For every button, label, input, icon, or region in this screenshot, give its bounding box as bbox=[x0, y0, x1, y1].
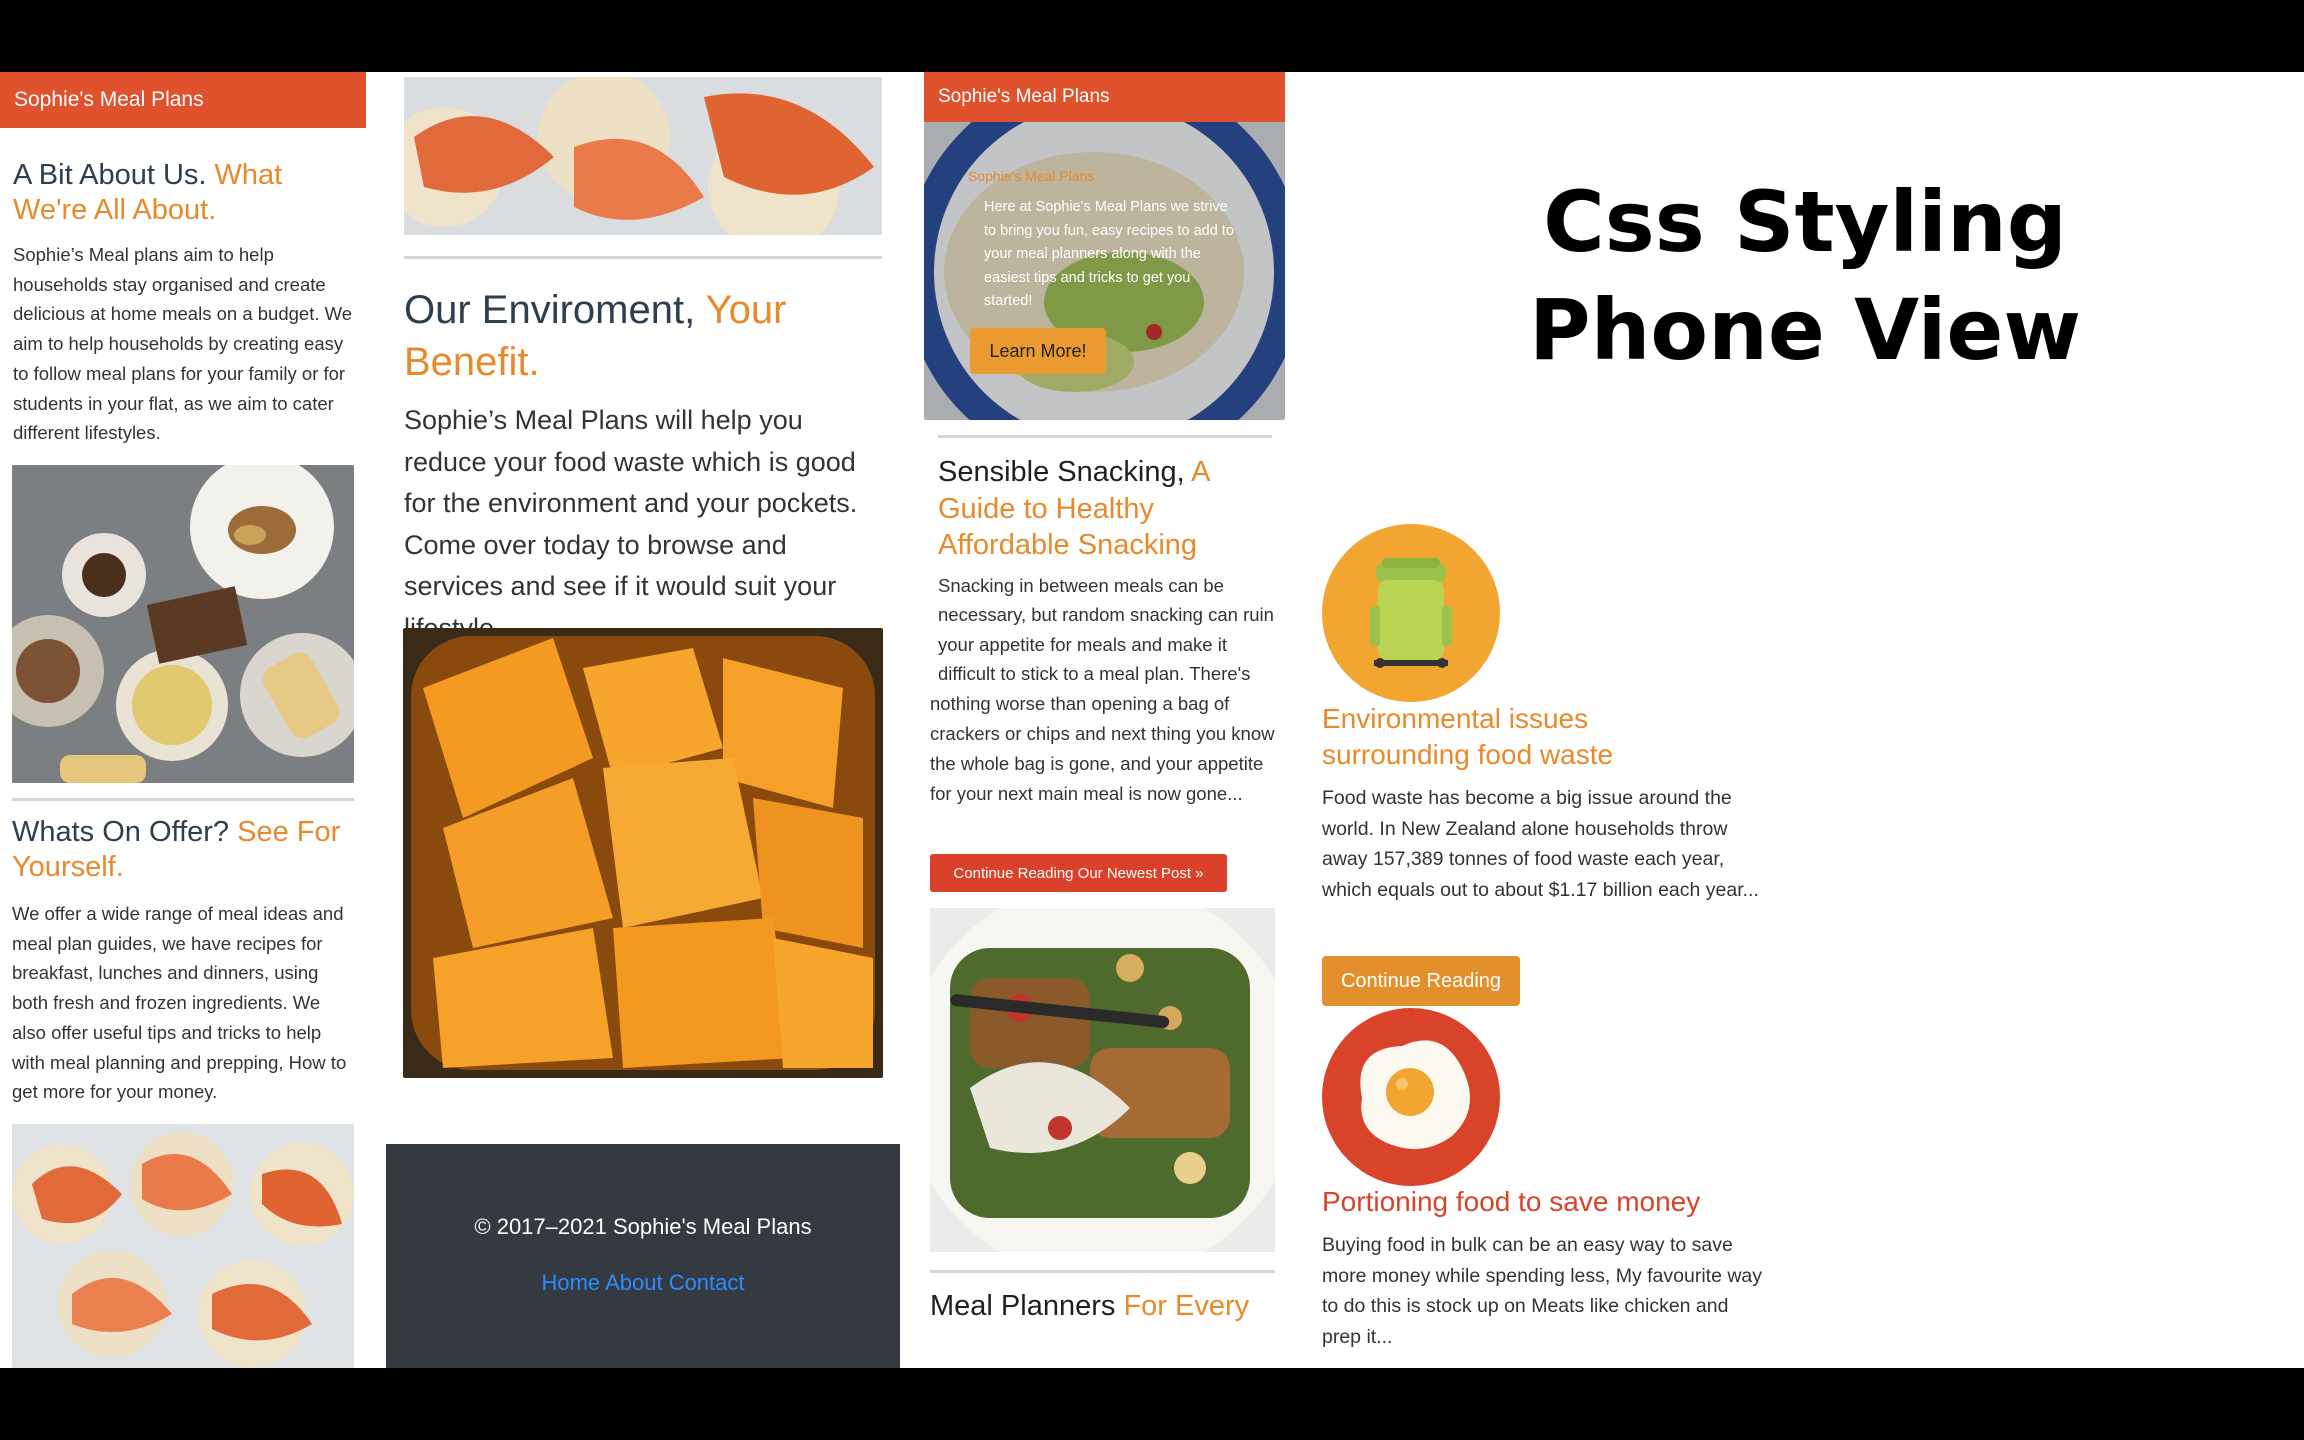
planners-heading-clip: Meal Planners For Every Diet, Every Day,… bbox=[930, 1288, 1275, 1328]
divider-panel2 bbox=[404, 256, 882, 259]
slide-heading-line2: Phone View bbox=[1529, 281, 2081, 379]
snacking-heading: Sensible Snacking, A Guide to Healthy Af… bbox=[938, 454, 1258, 564]
offer-heading: Whats On Offer? See For Yourself. bbox=[12, 815, 342, 886]
planners-heading: Meal Planners For Every Diet, Every Day,… bbox=[930, 1288, 1275, 1328]
environmental-issues-body: Food waste has become a big issue around… bbox=[1322, 787, 1759, 901]
environment-heading: Our Enviroment, Your Benefit. bbox=[404, 284, 874, 388]
footer-copyright: © 2017–2021 Sophie's Meal Plans bbox=[474, 1214, 812, 1239]
divider-panel3-a bbox=[938, 435, 1272, 438]
salmon-top-image bbox=[404, 77, 882, 235]
environment-title: Our Enviroment, bbox=[404, 288, 696, 332]
environment-body: Sophie’s Meal Plans will help you reduce… bbox=[404, 405, 858, 643]
footer-links: Home About Contact bbox=[386, 1270, 900, 1296]
slide-heading: Css Styling Phone View bbox=[1500, 168, 2110, 384]
snacking-body-b: nothing worse than opening a bag of crac… bbox=[930, 693, 1275, 804]
about-title: A Bit About Us. bbox=[13, 159, 207, 191]
salmon-crackers-image bbox=[12, 1124, 354, 1368]
portioning-title: Portioning food to save money bbox=[1322, 1186, 1701, 1217]
brunch-table-image bbox=[12, 465, 354, 783]
footer-link-home[interactable]: Home bbox=[541, 1270, 600, 1295]
footer: © 2017–2021 Sophie's Meal Plans Home Abo… bbox=[386, 1144, 900, 1368]
continue-reading-button[interactable]: Continue Reading bbox=[1322, 956, 1520, 1006]
planners-title: Meal Planners bbox=[930, 1290, 1116, 1322]
footer-link-about[interactable]: About bbox=[605, 1270, 663, 1295]
divider-panel3-b bbox=[930, 1270, 1275, 1273]
hero-text: Here at Sophie's Meal Plans we strive to… bbox=[984, 199, 1234, 309]
divider-panel1 bbox=[12, 798, 354, 801]
snacking-title: Sensible Snacking, bbox=[938, 456, 1185, 488]
brand-link[interactable]: Sophie's Meal Plans bbox=[14, 88, 204, 112]
snacking-body-a: Snacking in between meals can be necessa… bbox=[938, 575, 1274, 684]
offer-body: We offer a wide range of meal ideas and … bbox=[12, 903, 347, 1103]
navbar-panel1: Sophie's Meal Plans bbox=[0, 72, 366, 128]
hero-banner: Sophie's Meal Plans Here at Sophie's Mea… bbox=[924, 122, 1285, 420]
learn-more-button[interactable]: Learn More! bbox=[970, 328, 1106, 374]
fried-egg-icon bbox=[1322, 1008, 1500, 1186]
hero-small-title: Sophie's Meal Plans bbox=[968, 168, 1095, 184]
continue-newest-post-button[interactable]: Continue Reading Our Newest Post » bbox=[930, 854, 1227, 892]
navbar-panel3: Sophie's Meal Plans bbox=[924, 72, 1285, 122]
food-bin-icon bbox=[1322, 524, 1500, 702]
pumpkin-pot-image bbox=[403, 628, 883, 1078]
environmental-issues-title: Environmental issues surrounding food wa… bbox=[1322, 703, 1614, 770]
about-body: Sophie’s Meal plans aim to help househol… bbox=[13, 244, 353, 444]
portioning-body: Buying food in bulk can be an easy way t… bbox=[1322, 1234, 1763, 1348]
brand-link-panel3[interactable]: Sophie's Meal Plans bbox=[938, 86, 1110, 108]
footer-link-contact[interactable]: Contact bbox=[669, 1270, 745, 1295]
slide-heading-line1: Css Styling bbox=[1543, 173, 2067, 271]
salad-image bbox=[930, 908, 1275, 1252]
about-heading: A Bit About Us. What We're All About. bbox=[13, 158, 343, 229]
screenshot-canvas: Sophie's Meal Plans A Bit About Us. What… bbox=[0, 72, 2304, 1368]
offer-title: Whats On Offer? bbox=[12, 816, 230, 848]
